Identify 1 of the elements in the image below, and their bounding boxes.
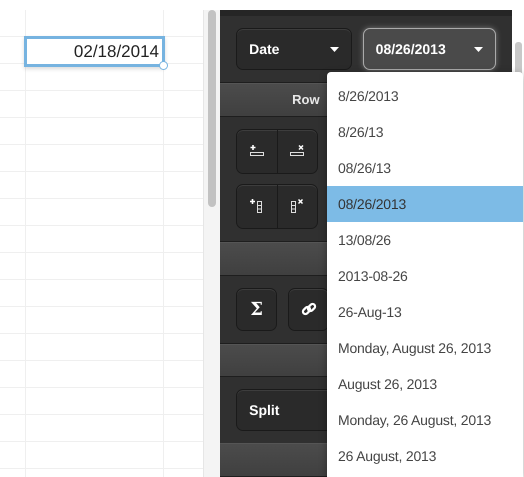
section-title: Row [292,92,320,108]
